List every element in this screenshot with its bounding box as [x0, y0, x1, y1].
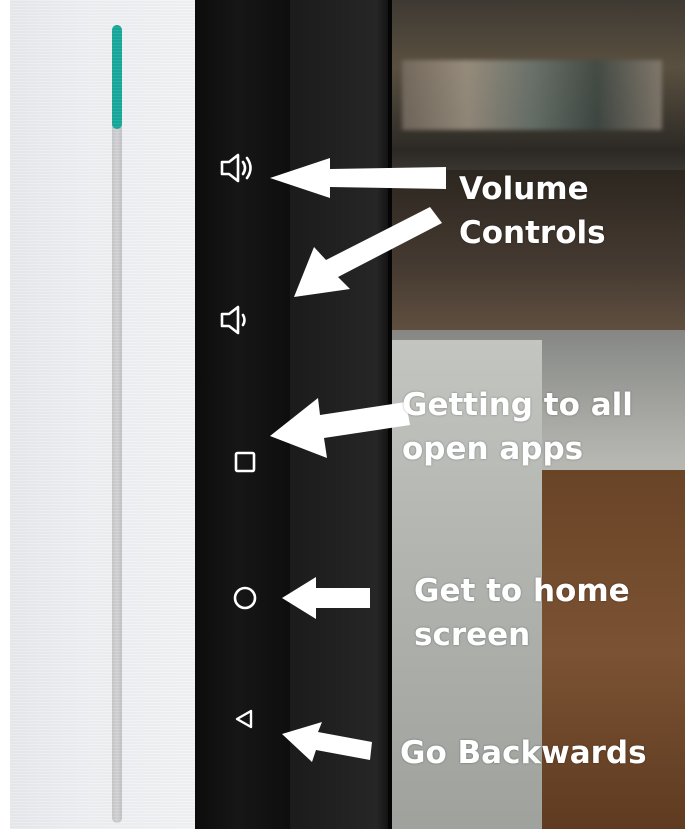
annotation-home-line2: screen — [414, 617, 531, 653]
square-icon — [234, 451, 256, 473]
frame-right — [685, 0, 693, 835]
annotation-volume: Volume Controls — [459, 167, 606, 255]
arrow-back — [282, 722, 374, 764]
screen-area — [10, 0, 195, 835]
background-books — [402, 60, 662, 130]
back-button[interactable] — [232, 707, 256, 731]
annotation-apps-line2: open apps — [402, 431, 584, 467]
photo: Volume Controls Getting to all open apps… — [0, 0, 693, 835]
annotation-home: Get to home screen — [414, 569, 630, 657]
volume-slider[interactable] — [112, 25, 122, 823]
annotation-home-line1: Get to home — [414, 573, 630, 609]
annotation-back-line1: Go Backwards — [400, 735, 647, 771]
home-button[interactable] — [230, 583, 260, 613]
circle-icon — [233, 586, 257, 610]
annotation-back: Go Backwards — [400, 731, 647, 775]
speaker-quiet-icon — [220, 305, 246, 335]
arrow-home — [282, 577, 372, 619]
volume-slider-fill — [112, 25, 122, 129]
annotation-volume-line2: Controls — [459, 215, 606, 251]
frame-bottom — [0, 829, 693, 835]
arrow-recents — [270, 398, 412, 460]
annotation-apps: Getting to all open apps — [402, 383, 633, 471]
arrow-volume-up — [270, 158, 450, 198]
speaker-loud-icon — [220, 153, 252, 183]
volume-up-button[interactable] — [218, 150, 258, 186]
volume-down-button[interactable] — [218, 302, 258, 338]
recent-apps-button[interactable] — [232, 449, 258, 475]
annotation-volume-line1: Volume — [459, 171, 589, 207]
triangle-left-icon — [235, 709, 253, 729]
frame-left — [0, 0, 10, 835]
annotation-apps-line1: Getting to all — [402, 387, 633, 423]
arrow-volume-down — [292, 205, 447, 300]
